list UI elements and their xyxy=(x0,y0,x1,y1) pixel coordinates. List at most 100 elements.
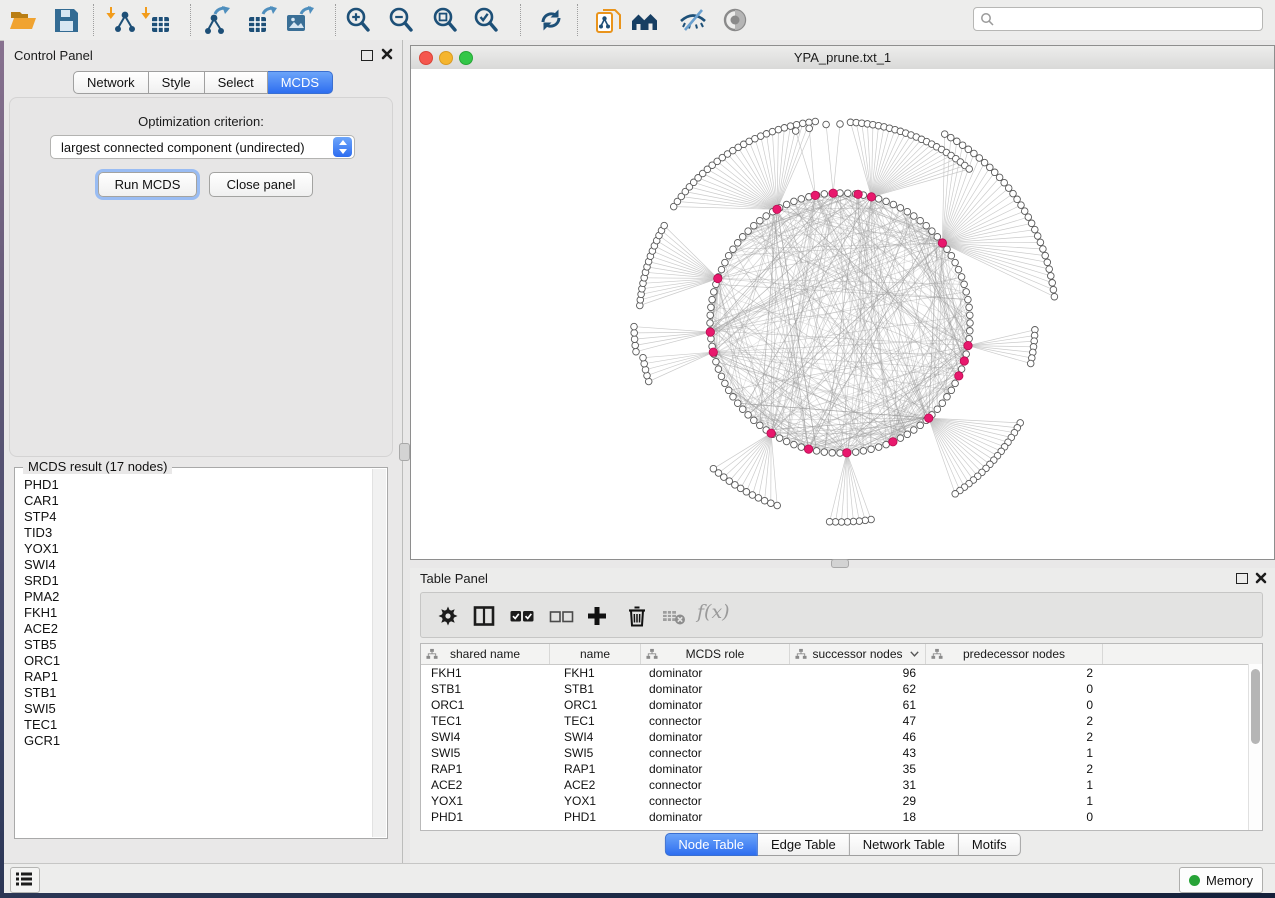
table-cell[interactable]: dominator xyxy=(641,681,790,697)
network-node[interactable] xyxy=(631,336,638,343)
table-row[interactable]: YOX1YOX1connector291 xyxy=(421,793,1262,809)
table-cell[interactable]: 2 xyxy=(926,713,1103,729)
network-node[interactable] xyxy=(965,146,972,153)
table-cell[interactable]: SWI5 xyxy=(421,745,550,761)
table-cell[interactable]: RAP1 xyxy=(421,761,550,777)
network-hub-node[interactable] xyxy=(767,429,775,437)
network-window-titlebar[interactable]: YPA_prune.txt_1 xyxy=(411,46,1274,70)
network-node[interactable] xyxy=(826,518,833,525)
network-node[interactable] xyxy=(955,266,962,273)
table-cell[interactable]: 62 xyxy=(790,681,926,697)
table-scrollbar[interactable] xyxy=(1248,664,1262,830)
search-input[interactable] xyxy=(998,11,1262,28)
network-node[interactable] xyxy=(641,360,648,367)
table-cell[interactable]: 0 xyxy=(926,809,1103,825)
network-node[interactable] xyxy=(1018,202,1025,209)
network-node[interactable] xyxy=(934,234,941,241)
table-cell[interactable]: FKH1 xyxy=(421,665,550,681)
close-table-panel-icon[interactable] xyxy=(1255,572,1267,584)
network-node[interactable] xyxy=(845,190,852,197)
network-node[interactable] xyxy=(852,449,859,456)
network-node[interactable] xyxy=(730,394,737,401)
network-node[interactable] xyxy=(793,121,800,128)
table-cell[interactable]: connector xyxy=(641,777,790,793)
network-node[interactable] xyxy=(991,169,998,176)
table-row[interactable]: PHD1PHD1dominator180 xyxy=(421,809,1262,825)
mcds-result-item[interactable]: SWI4 xyxy=(24,557,373,573)
network-node[interactable] xyxy=(763,213,770,220)
close-panel-button[interactable]: Close panel xyxy=(209,172,313,197)
column-header-shared-name[interactable]: shared name xyxy=(421,644,550,664)
save-session-icon[interactable] xyxy=(51,5,81,35)
network-node[interactable] xyxy=(967,328,974,335)
network-node[interactable] xyxy=(1001,179,1008,186)
network-node[interactable] xyxy=(875,444,882,451)
select-all-checks-icon[interactable] xyxy=(509,603,535,629)
network-node[interactable] xyxy=(1040,246,1047,253)
table-cell[interactable]: 35 xyxy=(790,761,926,777)
float-table-panel-icon[interactable] xyxy=(1236,573,1248,584)
network-node[interactable] xyxy=(952,380,959,387)
mcds-result-item[interactable]: TID3 xyxy=(24,525,373,541)
network-node[interactable] xyxy=(917,217,924,224)
network-node[interactable] xyxy=(1014,196,1021,203)
column-settings-gear-icon[interactable] xyxy=(435,603,461,629)
open-session-icon[interactable] xyxy=(8,5,38,35)
network-hub-node[interactable] xyxy=(804,445,812,453)
network-node[interactable] xyxy=(967,312,974,319)
table-cell[interactable]: ACE2 xyxy=(421,777,550,793)
table-cell[interactable]: STB1 xyxy=(550,681,641,697)
network-node[interactable] xyxy=(860,448,867,455)
network-node[interactable] xyxy=(739,234,746,241)
table-cell[interactable]: 61 xyxy=(790,697,926,713)
search-field[interactable] xyxy=(973,7,1263,31)
table-cell[interactable]: 1 xyxy=(926,793,1103,809)
table-cell[interactable]: 0 xyxy=(926,681,1103,697)
network-node[interactable] xyxy=(967,320,974,327)
run-mcds-button[interactable]: Run MCDS xyxy=(98,172,197,197)
network-node[interactable] xyxy=(751,222,758,229)
network-node[interactable] xyxy=(711,289,718,296)
network-node[interactable] xyxy=(774,502,781,509)
mcds-result-item[interactable]: RAP1 xyxy=(24,669,373,685)
mcds-result-item[interactable]: ACE2 xyxy=(24,621,373,637)
network-node[interactable] xyxy=(776,435,783,442)
network-node[interactable] xyxy=(1048,273,1055,280)
export-table-icon[interactable] xyxy=(247,5,277,35)
network-node[interactable] xyxy=(730,246,737,253)
table-row[interactable]: ORC1ORC1dominator610 xyxy=(421,697,1262,713)
network-node[interactable] xyxy=(1010,190,1017,197)
network-node[interactable] xyxy=(713,358,720,365)
network-node[interactable] xyxy=(1049,280,1056,287)
network-node[interactable] xyxy=(787,123,794,130)
network-node[interactable] xyxy=(821,191,828,198)
mcds-result-item[interactable]: YOX1 xyxy=(24,541,373,557)
network-node[interactable] xyxy=(722,259,729,266)
network-node[interactable] xyxy=(996,174,1003,181)
network-hub-node[interactable] xyxy=(925,414,933,422)
network-hub-node[interactable] xyxy=(829,189,837,197)
table-row[interactable]: RAP1RAP1dominator352 xyxy=(421,761,1262,777)
network-node[interactable] xyxy=(783,201,790,208)
tab-network[interactable]: Network xyxy=(73,71,149,94)
tab-style[interactable]: Style xyxy=(149,71,205,94)
export-image-icon[interactable] xyxy=(284,5,314,35)
network-node[interactable] xyxy=(1051,293,1058,300)
table-cell[interactable]: YOX1 xyxy=(550,793,641,809)
network-node[interactable] xyxy=(1005,185,1012,192)
network-node[interactable] xyxy=(948,134,955,141)
network-node[interactable] xyxy=(868,446,875,453)
network-node[interactable] xyxy=(823,121,830,128)
network-node[interactable] xyxy=(897,205,904,212)
horizontal-splitter-handle[interactable] xyxy=(831,559,849,568)
network-hub-node[interactable] xyxy=(867,193,875,201)
network-node[interactable] xyxy=(757,422,764,429)
tab-select[interactable]: Select xyxy=(205,71,268,94)
table-cell[interactable]: 2 xyxy=(926,761,1103,777)
network-node[interactable] xyxy=(792,128,799,135)
add-column-plus-icon[interactable] xyxy=(584,603,610,629)
table-cell[interactable]: dominator xyxy=(641,809,790,825)
mcds-result-item[interactable]: SWI5 xyxy=(24,701,373,717)
import-network-icon[interactable] xyxy=(106,5,136,35)
network-hub-node[interactable] xyxy=(960,357,968,365)
